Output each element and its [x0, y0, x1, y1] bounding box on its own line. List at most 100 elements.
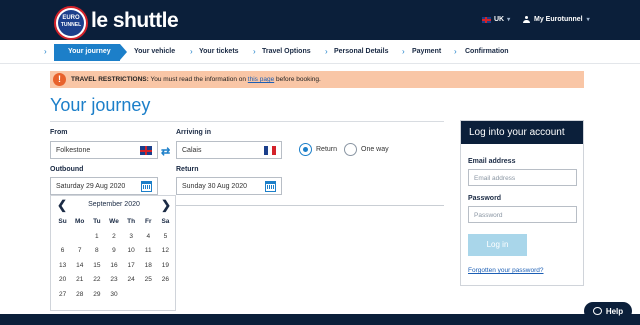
- weekday-label: Fr: [145, 218, 152, 225]
- login-title: Log into your account: [469, 127, 565, 138]
- password-field[interactable]: Password: [468, 206, 577, 223]
- outbound-date-value: Saturday 29 Aug 2020: [56, 183, 126, 190]
- calendar-day[interactable]: 7: [71, 247, 88, 254]
- logo-tunnel-text: TUNNEL: [60, 22, 82, 28]
- calendar-day[interactable]: 9: [105, 247, 122, 254]
- calendar-day[interactable]: 26: [157, 276, 174, 283]
- calendar-day[interactable]: 2: [105, 233, 122, 240]
- calendar-day[interactable]: 17: [123, 262, 140, 269]
- calendar-day[interactable]: 4: [140, 233, 157, 240]
- calendar-day[interactable]: 30: [105, 291, 122, 298]
- brand-name[interactable]: le shuttle: [91, 9, 179, 33]
- calendar-icon[interactable]: [265, 181, 276, 192]
- calendar-day[interactable]: 8: [88, 247, 105, 254]
- weekday-label: Tu: [93, 218, 101, 225]
- calendar-day[interactable]: 23: [105, 276, 122, 283]
- calendar-empty-cell: [140, 291, 157, 298]
- step-arrow-icon: ›: [402, 47, 405, 56]
- calendar-day[interactable]: 12: [157, 247, 174, 254]
- date-picker: ❮ September 2020 ❯ Su Mo Tu We Th Fr Sa 1 2 3 4 5 6 7…: [50, 195, 176, 311]
- forgot-password-link[interactable]: Forgotten your password?: [468, 267, 544, 274]
- title-divider: [50, 121, 444, 122]
- user-icon: [523, 16, 530, 23]
- step-your-journey[interactable]: Your journey: [68, 48, 111, 55]
- logo-euro-text: EURO: [62, 15, 80, 21]
- calendar-day[interactable]: 18: [140, 262, 157, 269]
- step-payment[interactable]: Payment: [412, 48, 441, 55]
- alert-text-before: You must read the information on: [150, 76, 246, 83]
- chevron-down-icon: ▾: [586, 17, 590, 23]
- calendar-day[interactable]: 24: [123, 276, 140, 283]
- log-in-button[interactable]: Log in: [468, 234, 527, 256]
- calendar-day[interactable]: 11: [140, 247, 157, 254]
- weekday-label: We: [109, 218, 119, 225]
- weekday-label: Th: [127, 218, 136, 225]
- step-your-vehicle[interactable]: Your vehicle: [134, 48, 175, 55]
- return-radio-label[interactable]: Return: [316, 146, 337, 153]
- calendar-day[interactable]: 1: [88, 233, 105, 240]
- from-label: From: [50, 129, 68, 136]
- step-arrow-icon: ›: [190, 47, 193, 56]
- calendar-day[interactable]: 3: [123, 233, 140, 240]
- calendar-day[interactable]: 19: [157, 262, 174, 269]
- from-field[interactable]: Folkestone: [50, 141, 158, 159]
- calendar-day[interactable]: 27: [54, 291, 71, 298]
- one-way-radio[interactable]: [344, 143, 357, 156]
- password-label: Password: [468, 195, 502, 202]
- arriving-field[interactable]: Calais: [176, 141, 282, 159]
- calendar-day[interactable]: 5: [157, 233, 174, 240]
- calendar-empty-cell: [71, 233, 88, 240]
- step-arrow-icon: ›: [325, 47, 328, 56]
- email-field[interactable]: Email address: [468, 169, 577, 186]
- calendar-day[interactable]: 21: [71, 276, 88, 283]
- weekday-label: Su: [58, 218, 67, 225]
- swap-arrows-icon[interactable]: ⇄: [161, 145, 170, 158]
- outbound-date-field[interactable]: Saturday 29 Aug 2020: [50, 177, 158, 195]
- calendar-day[interactable]: 6: [54, 247, 71, 254]
- step-arrow-icon: ›: [253, 47, 256, 56]
- eurotunnel-logo[interactable]: EURO TUNNEL: [54, 6, 88, 40]
- calendar-icon[interactable]: [141, 181, 152, 192]
- help-label: Help: [605, 306, 624, 316]
- next-month-icon[interactable]: ❯: [161, 198, 171, 212]
- calendar-day[interactable]: 13: [54, 262, 71, 269]
- calendar-day[interactable]: 10: [123, 247, 140, 254]
- login-panel: Log into your account Email address Emai…: [460, 120, 584, 286]
- from-value: Folkestone: [56, 147, 91, 154]
- outbound-label: Outbound: [50, 166, 84, 173]
- step-confirmation[interactable]: Confirmation: [465, 48, 509, 55]
- calendar-day[interactable]: 25: [140, 276, 157, 283]
- chat-bubble-icon: [592, 307, 602, 315]
- password-placeholder: Password: [474, 212, 503, 219]
- return-radio[interactable]: [299, 143, 312, 156]
- calendar-grid: Su Mo Tu We Th Fr Sa 1 2 3 4 5 6 7 8 9 10 11 12 13 14 15 16 17 1…: [54, 218, 174, 298]
- alert-title: TRAVEL RESTRICTIONS:: [71, 76, 149, 83]
- alert-message: TRAVEL RESTRICTIONS: You must read the i…: [71, 76, 321, 83]
- language-selector[interactable]: UK ▾: [482, 16, 510, 23]
- uk-flag-icon: [140, 146, 152, 155]
- step-travel-options[interactable]: Travel Options: [262, 48, 311, 55]
- step-your-tickets[interactable]: Your tickets: [199, 48, 239, 55]
- return-date-value: Sunday 30 Aug 2020: [182, 183, 248, 190]
- uk-flag-icon: [482, 16, 491, 23]
- calendar-day[interactable]: 28: [71, 291, 88, 298]
- step-arrow-icon: ›: [44, 47, 47, 56]
- calendar-day[interactable]: 29: [88, 291, 105, 298]
- calendar-empty-cell: [54, 233, 71, 240]
- calendar-day[interactable]: 22: [88, 276, 105, 283]
- arriving-value: Calais: [182, 147, 202, 154]
- weekday-label: Mo: [75, 218, 85, 225]
- calendar-day[interactable]: 14: [71, 262, 88, 269]
- help-button[interactable]: Help: [584, 302, 632, 320]
- email-label: Email address: [468, 158, 516, 165]
- return-date-field[interactable]: Sunday 30 Aug 2020: [176, 177, 282, 195]
- calendar-day[interactable]: 15: [88, 262, 105, 269]
- account-menu[interactable]: My Eurotunnel ▾: [523, 16, 590, 23]
- calendar-day[interactable]: 20: [54, 276, 71, 283]
- calendar-day[interactable]: 16: [105, 262, 122, 269]
- return-label: Return: [176, 166, 199, 173]
- alert-link[interactable]: this page: [248, 76, 274, 83]
- travel-restrictions-alert: ! TRAVEL RESTRICTIONS: You must read the…: [50, 71, 584, 88]
- step-personal-details[interactable]: Personal Details: [334, 48, 388, 55]
- one-way-radio-label[interactable]: One way: [361, 146, 389, 153]
